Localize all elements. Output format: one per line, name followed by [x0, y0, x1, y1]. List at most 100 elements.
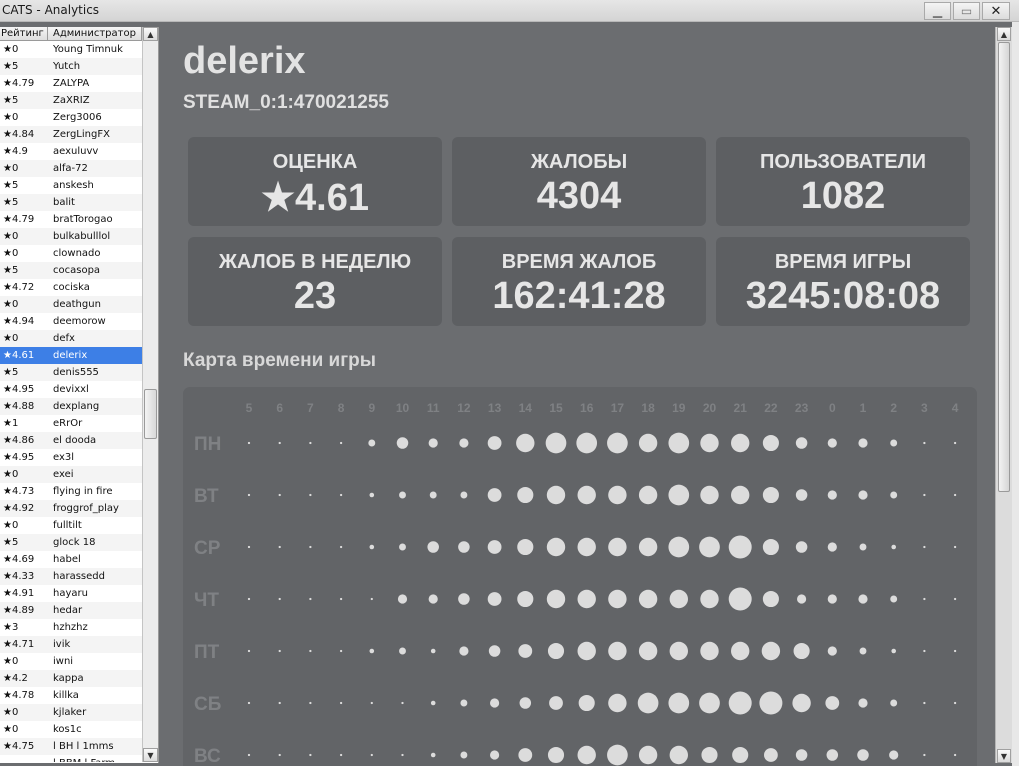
list-item[interactable]: ★5 anskesh	[0, 177, 142, 194]
list-item[interactable]: ★4.95 devixxl	[0, 381, 142, 398]
heatmap-dot	[430, 700, 436, 706]
list-item[interactable]: ★4.2 kappa	[0, 670, 142, 687]
stat-label: ЖАЛОБ В НЕДЕЛЮ	[218, 251, 412, 273]
list-item-name: glock 18	[53, 537, 96, 548]
heatmap-dot	[278, 649, 281, 653]
list-item[interactable]: ★4.79 bratTorogao	[0, 211, 142, 228]
list-item[interactable]: ★5 glock 18	[0, 534, 142, 551]
list-item[interactable]: ★4.89 hedar	[0, 602, 142, 619]
list-item[interactable]: ★0 fulltilt	[0, 517, 142, 534]
heatmap-dot	[309, 649, 312, 653]
list-item[interactable]: ★4.73 flying in fire	[0, 483, 142, 500]
list-item[interactable]: ★1 eRrOr	[0, 415, 142, 432]
heatmap-dot	[518, 644, 533, 658]
list-item[interactable]: ★0 kjlaker	[0, 704, 142, 721]
main-scroll-up-button[interactable]: ▲	[997, 27, 1011, 41]
main-scrollbar[interactable]: ▲ ▼	[995, 27, 1012, 763]
heatmap-dot	[731, 433, 750, 453]
list-item[interactable]: ★0 kos1c	[0, 721, 142, 738]
list-item[interactable]: ★4.78 killka	[0, 687, 142, 704]
list-item[interactable]: ★4.71 ivik	[0, 636, 142, 653]
list-item[interactable]: ★0 iwni	[0, 653, 142, 670]
heatmap-dot	[953, 649, 957, 653]
profile-steam-id: STEAM_0:1:470021255	[183, 92, 389, 113]
column-header-rating[interactable]: Рейтинг	[0, 27, 48, 40]
list-scroll-thumb[interactable]	[144, 389, 157, 439]
list-item[interactable]: ★4.84 ZergLingFX	[0, 126, 142, 143]
list-item[interactable]: ★4.79 ZALYPA	[0, 75, 142, 92]
list-item[interactable]: ★5 Yutch	[0, 58, 142, 75]
close-button[interactable]: ✕	[982, 2, 1010, 20]
list-item[interactable]: ★4.72 cociska	[0, 279, 142, 296]
heatmap-dot	[517, 538, 534, 556]
list-item[interactable]: ★4.94 deemorow	[0, 313, 142, 330]
heatmap-dot	[488, 645, 501, 657]
list-item-name: froggrof_play	[53, 503, 119, 514]
list-item[interactable]: ★4.75 l BH l 1mms	[0, 738, 142, 755]
list-item-name: dexplang	[53, 401, 100, 412]
heatmap-dot	[516, 433, 535, 453]
list-item[interactable]: ★4.86 el dooda	[0, 432, 142, 449]
list-item[interactable]: ★5 ZaXRIZ	[0, 92, 142, 109]
list-item[interactable]: ★4.61 delerix	[0, 347, 142, 364]
list-scrollbar[interactable]: ▲ ▼	[142, 27, 158, 762]
main-scroll-down-button[interactable]: ▼	[997, 749, 1011, 763]
list-item-name: ZergLingFX	[53, 129, 110, 140]
minimize-button[interactable]: ▁	[924, 2, 951, 20]
list-item[interactable]: ★5 denis555	[0, 364, 142, 381]
heatmap-dot	[762, 486, 779, 504]
list-item[interactable]: ★0 bulkabulllol	[0, 228, 142, 245]
list-item-rating: ★0	[3, 333, 19, 344]
list-item[interactable]: ★4.92 froggrof_play	[0, 500, 142, 517]
arrow-up-icon: ▲	[1000, 29, 1008, 39]
heatmap-dot	[339, 753, 343, 757]
heatmap-dot	[517, 590, 534, 608]
hour-label: 5	[246, 401, 253, 415]
list-item[interactable]: ★0 exei	[0, 466, 142, 483]
list-item[interactable]: ★4.95 ex3l	[0, 449, 142, 466]
heatmap-dot	[490, 698, 500, 708]
list-item-rating: ★4.91	[3, 588, 35, 599]
heatmap-dot	[759, 691, 783, 715]
list-item[interactable]: ★0 clownado	[0, 245, 142, 262]
list-item[interactable]: ★4.9 aexuluvv	[0, 143, 142, 160]
list-item[interactable]: ★5 cocasopa	[0, 262, 142, 279]
heatmap-dot	[923, 753, 926, 757]
heatmap-dot	[762, 434, 779, 452]
list-item[interactable]: ★4.69 habel	[0, 551, 142, 568]
list-item[interactable]: ★5 balit	[0, 194, 142, 211]
stat-label: ЖАЛОБЫ	[530, 151, 628, 173]
list-item[interactable]: ★3 hzhzhz	[0, 619, 142, 636]
list-item[interactable]: ★4.88 dexplang	[0, 398, 142, 415]
list-item[interactable]: ★0 Young Timnuk	[0, 41, 142, 58]
list-item-rating: ★4.72	[3, 282, 35, 293]
stat-label: ПОЛЬЗОВАТЕЛИ	[759, 151, 927, 173]
list-item-rating: ★0	[3, 299, 19, 310]
heatmap-dot	[857, 749, 869, 761]
scroll-down-button[interactable]: ▼	[143, 748, 158, 762]
heatmap-dot	[460, 699, 468, 707]
heatmap-dot	[577, 745, 596, 765]
heatmap-dot	[459, 438, 469, 448]
column-header-admin[interactable]: Администратор	[48, 27, 142, 40]
list-item[interactable]: ★0 defx	[0, 330, 142, 347]
list-item[interactable]: ★0 alfa-72	[0, 160, 142, 177]
list-item-name: Young Timnuk	[53, 44, 123, 55]
maximize-button[interactable]: ▭	[953, 2, 980, 20]
heatmap-dot	[608, 641, 627, 661]
scroll-up-button[interactable]: ▲	[143, 27, 158, 41]
list-item[interactable]: ★0 deathgun	[0, 296, 142, 313]
stat-card-complaint-time: ВРЕМЯ ЖАЛОБ 162:41:28	[452, 237, 706, 326]
heatmap-dot	[637, 692, 659, 714]
list-item[interactable]: l BBM l Farm	[0, 755, 142, 762]
list-item[interactable]: ★4.33 harassedd	[0, 568, 142, 585]
heatmap-dot	[890, 491, 898, 499]
main-scroll-thumb[interactable]	[998, 42, 1010, 492]
heatmap-dot	[731, 641, 750, 661]
list-item-rating: ★4.33	[3, 571, 35, 582]
heatmap-dot	[669, 745, 688, 765]
hour-label: 19	[672, 401, 686, 415]
list-item[interactable]: ★4.91 hayaru	[0, 585, 142, 602]
list-item[interactable]: ★0 Zerg3006	[0, 109, 142, 126]
heatmap-dot	[278, 441, 281, 445]
